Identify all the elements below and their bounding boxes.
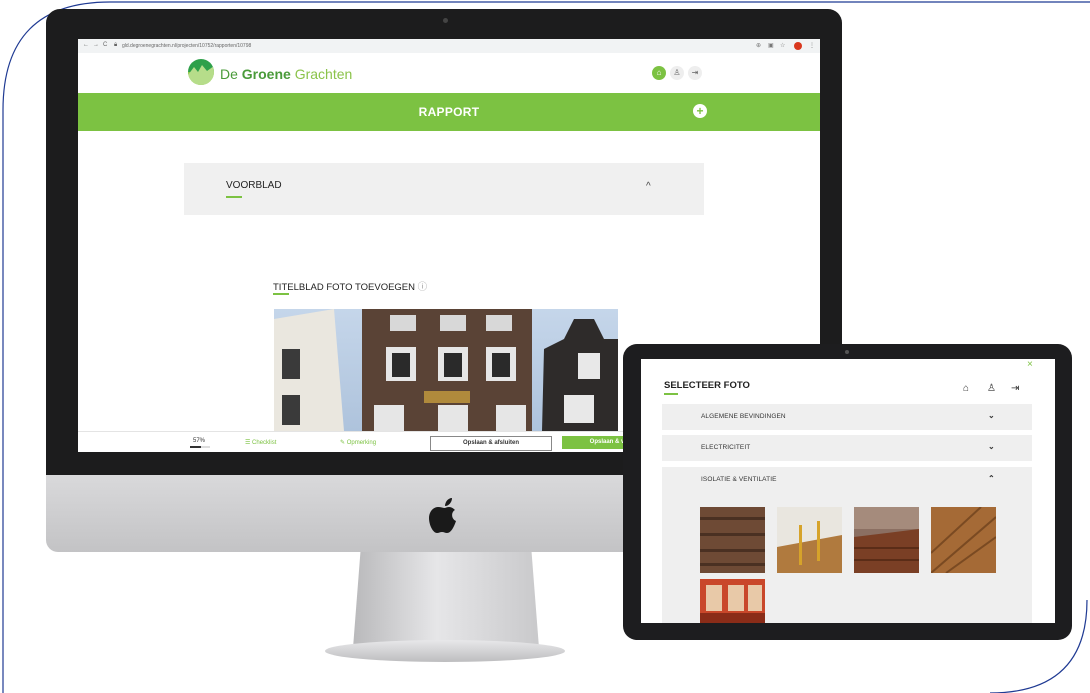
accordion-header[interactable]: ISOLATIE & VENTILATIE ⌃	[662, 467, 1032, 493]
title-underline	[226, 196, 242, 198]
zoom-icon[interactable]: ⊕	[756, 42, 761, 49]
reload-icon[interactable]: C	[103, 42, 107, 48]
info-icon[interactable]: ⓘ	[418, 282, 428, 293]
home-icon[interactable]: ⌂	[963, 383, 969, 394]
page-title: RAPPORT	[418, 105, 480, 119]
opmerking-label: Opmerking	[346, 440, 377, 446]
logo-brand-post: Grachten	[294, 66, 353, 82]
opmerking-link[interactable]: ✎ Opmerking	[340, 439, 376, 446]
imac-foot	[325, 640, 565, 662]
tablet-device: × SELECTEER FOTO ⌂ ♙ ⇥ ALGEMENE BEVINDIN…	[623, 344, 1072, 640]
chevron-down-icon[interactable]: ⌄	[988, 442, 995, 451]
title-underline	[664, 393, 678, 395]
progress-bar	[190, 446, 210, 448]
logout-icon[interactable]: ⇥	[688, 66, 702, 80]
apple-logo-icon	[429, 498, 456, 533]
accordion-voorblad[interactable]: VOORBLAD ^	[184, 163, 704, 215]
profile-avatar[interactable]	[794, 42, 802, 50]
accordion-label: ALGEMENE BEVINDINGEN	[701, 413, 786, 420]
accordion-label: ISOLATIE & VENTILATIE	[701, 476, 777, 483]
accordion-isolatie-ventilatie: ISOLATIE & VENTILATIE ⌃	[662, 467, 1032, 623]
imac-stand	[353, 552, 539, 648]
checklist-link[interactable]: ☰ Checklist	[245, 439, 276, 446]
imac-camera	[443, 18, 448, 23]
back-icon[interactable]: ←	[83, 42, 89, 48]
orange-interior-photo[interactable]	[700, 579, 765, 623]
url-bar[interactable]: gld.degroenegrachten.nl/projecten/10752/…	[122, 43, 251, 49]
parquet-photo[interactable]	[931, 507, 996, 573]
progress-label: 57%	[193, 438, 206, 444]
modal-title: SELECTEER FOTO	[664, 380, 750, 391]
accordion-title: VOORBLAD	[226, 180, 282, 191]
browser-toolbar: ← → C 🔒︎ gld.degroenegrachten.nl/project…	[78, 39, 820, 54]
wood-floor-photo[interactable]	[700, 507, 765, 573]
chevron-up-icon[interactable]: ⌃	[988, 474, 995, 483]
user-icon[interactable]: ♙	[670, 66, 684, 80]
user-icon[interactable]: ♙	[987, 383, 996, 394]
heading-underline	[273, 293, 289, 295]
attic-photo[interactable]	[777, 507, 842, 573]
logo-brand-pre: De	[220, 66, 238, 82]
logo-text[interactable]: De Groene Grachten	[220, 66, 352, 82]
title-page-photo[interactable]	[274, 309, 618, 431]
chevron-down-icon[interactable]: ⌄	[988, 411, 995, 420]
tablet-camera	[845, 350, 849, 354]
checklist-label: Checklist	[252, 440, 277, 446]
home-icon[interactable]: ⌂	[652, 66, 666, 80]
accordion-label: ELECTRICITEIT	[701, 444, 751, 451]
page-title-bar: RAPPORT +	[78, 93, 820, 131]
menu-dots-icon[interactable]: ⋮	[809, 42, 815, 49]
lock-icon: 🔒︎	[114, 42, 118, 48]
translate-icon[interactable]: ▣	[768, 42, 774, 49]
accordion-algemene-bevindingen[interactable]: ALGEMENE BEVINDINGEN ⌄	[662, 404, 1032, 430]
forward-icon[interactable]: →	[93, 42, 99, 48]
site-header: De Groene Grachten ⌂ ♙ ⇥	[78, 53, 820, 93]
photo-heading-text: TITELBLAD FOTO TOEVOEGEN	[273, 282, 416, 293]
chevron-up-icon[interactable]: ^	[646, 181, 651, 192]
progress-fill	[190, 446, 202, 448]
star-icon[interactable]: ☆	[780, 42, 785, 49]
tablet-screen: × SELECTEER FOTO ⌂ ♙ ⇥ ALGEMENE BEVINDIN…	[641, 359, 1055, 623]
close-icon[interactable]: ×	[1027, 359, 1033, 370]
accordion-electriciteit[interactable]: ELECTRICITEIT ⌄	[662, 435, 1032, 461]
logo-mark-icon[interactable]	[188, 59, 214, 85]
photo-heading: TITELBLAD FOTO TOEVOEGEN ⓘ	[273, 279, 427, 293]
logout-icon[interactable]: ⇥	[1011, 383, 1019, 394]
save-close-button[interactable]: Opslaan & afsluiten	[430, 436, 552, 451]
brick-floor-photo[interactable]	[854, 507, 919, 573]
add-button[interactable]: +	[693, 104, 707, 118]
logo-brand-bold: Groene	[241, 66, 291, 82]
